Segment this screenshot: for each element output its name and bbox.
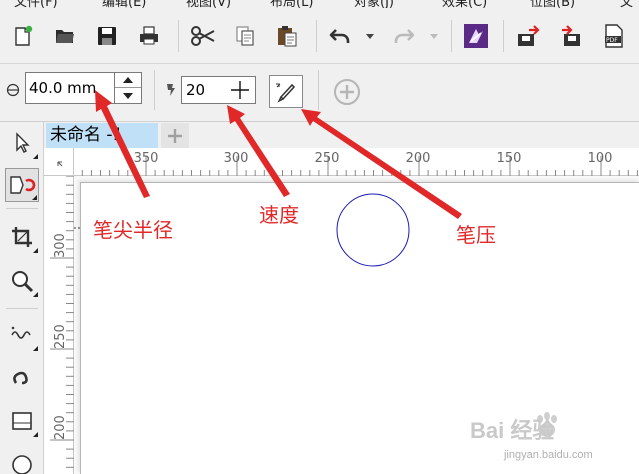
menu-edit[interactable]: 编辑(E): [102, 0, 146, 8]
nib-radius-input[interactable]: 40.0 mm: [25, 72, 115, 104]
publish-pdf-icon[interactable]: PDF: [600, 22, 628, 50]
ruler-label: 250: [53, 324, 68, 349]
artistic-media-icon: [13, 371, 28, 385]
freehand-icon: [11, 326, 31, 339]
pointer-icon: [16, 132, 30, 153]
zoom-tool[interactable]: [5, 264, 39, 298]
menu-effects[interactable]: 效果(C): [442, 0, 487, 8]
toolbox-separator: [6, 308, 38, 309]
ruler-label: 200: [53, 415, 68, 440]
standard-toolbar: PDF: [0, 8, 639, 64]
menu-layout[interactable]: 布局(L): [270, 0, 313, 8]
menu-text[interactable]: 文: [620, 0, 633, 8]
annotation-speed: 速度: [259, 203, 299, 227]
toolbar-separator: [154, 70, 155, 110]
spin-down-button[interactable]: [115, 88, 141, 103]
print-icon[interactable]: [135, 22, 163, 50]
speed-input[interactable]: 20: [181, 76, 256, 104]
chevron-up-icon: [123, 77, 133, 83]
menu-bar: 文件(F) 编辑(E) 视图(V) 布局(L) 对象(J) 效果(C) 位图(B…: [0, 0, 639, 8]
speed-value: 20: [186, 81, 206, 99]
cut-icon[interactable]: [189, 22, 217, 50]
new-tab-button[interactable]: [161, 123, 189, 148]
rectangle-icon: [12, 412, 32, 430]
redo-dropdown-icon: [430, 34, 438, 39]
save-icon[interactable]: [93, 22, 121, 50]
ruler-label: 150: [496, 151, 522, 166]
ruler-label: 350: [133, 151, 159, 166]
ruler-label: 200: [405, 151, 431, 166]
artistic-media-tool[interactable]: [5, 360, 39, 394]
ellipse-tool[interactable]: [5, 446, 39, 474]
annotation-nib-radius: 笔尖半径: [93, 218, 173, 242]
svg-text:PDF: PDF: [606, 37, 618, 44]
smear-tool-icon: [10, 176, 36, 194]
menu-view[interactable]: 视图(V): [186, 0, 231, 8]
pick-tool[interactable]: [5, 126, 39, 160]
zoom-icon: [12, 271, 34, 293]
ruler-origin[interactable]: [44, 148, 74, 176]
undo-icon[interactable]: [326, 22, 354, 50]
speed-crosshair-icon[interactable]: [230, 80, 250, 100]
pen-pressure-button[interactable]: [269, 75, 303, 108]
toolbar-separator: [451, 20, 452, 52]
toolbox: [0, 122, 44, 474]
launcher-icon[interactable]: [462, 22, 490, 50]
ruler-label: 250: [314, 151, 340, 166]
ruler-label: 100: [587, 151, 613, 166]
add-preset-icon[interactable]: [333, 78, 361, 110]
open-folder-icon[interactable]: [51, 22, 79, 50]
crop-tool[interactable]: [5, 220, 39, 254]
crop-icon: [12, 227, 32, 247]
property-bar: 40.0 mm 20: [0, 64, 639, 122]
toolbar-separator: [178, 20, 179, 52]
watermark-main-text: Bai 经验: [470, 418, 555, 443]
speed-icon: [164, 82, 176, 102]
menu-file[interactable]: 文件(F): [14, 0, 58, 8]
menu-object[interactable]: 对象(J): [354, 0, 394, 8]
undo-dropdown-icon[interactable]: [366, 34, 374, 39]
menu-bitmaps[interactable]: 位图(B): [530, 0, 575, 8]
toolbar-separator: [503, 20, 504, 52]
document-tab[interactable]: 未命名 -1: [46, 123, 158, 148]
toolbar-separator: [316, 20, 317, 52]
baidu-watermark: Bai 经验 jingyan.baidu.com: [464, 407, 634, 469]
toolbar-separator: [318, 70, 319, 110]
nib-radius-spinner: [115, 72, 142, 104]
redo-icon: [390, 22, 418, 50]
document-tab-bar: 未命名 -1: [44, 122, 639, 148]
horizontal-ruler[interactable]: 350 300 250 200 150 100: [74, 148, 639, 176]
ruler-label: 300: [223, 151, 249, 166]
ruler-origin-icon: [57, 161, 63, 167]
nib-radius-icon: [6, 82, 20, 101]
watermark-sub-text: jingyan.baidu.com: [504, 449, 593, 461]
rectangle-tool[interactable]: [5, 404, 39, 438]
ellipse-icon: [12, 455, 32, 474]
import-icon[interactable]: [514, 22, 542, 50]
annotation-pressure: 笔压: [456, 223, 496, 247]
spin-up-button[interactable]: [115, 73, 141, 88]
shape-tool-active[interactable]: [5, 168, 39, 202]
new-document-icon[interactable]: [9, 22, 37, 50]
vertical-ruler[interactable]: 300 250 200: [44, 176, 74, 474]
plus-icon: [168, 128, 182, 143]
ruler-label: 300: [53, 233, 68, 258]
pen-pressure-icon: [276, 83, 296, 103]
freehand-tool[interactable]: [5, 318, 39, 352]
circle-shape[interactable]: [336, 193, 410, 267]
export-icon[interactable]: [558, 22, 586, 50]
horizontal-ruler-ticks: [81, 156, 638, 176]
paste-icon[interactable]: [273, 22, 301, 50]
toolbox-separator: [6, 208, 38, 209]
chevron-down-icon: [123, 92, 133, 99]
copy-icon[interactable]: [231, 22, 259, 50]
